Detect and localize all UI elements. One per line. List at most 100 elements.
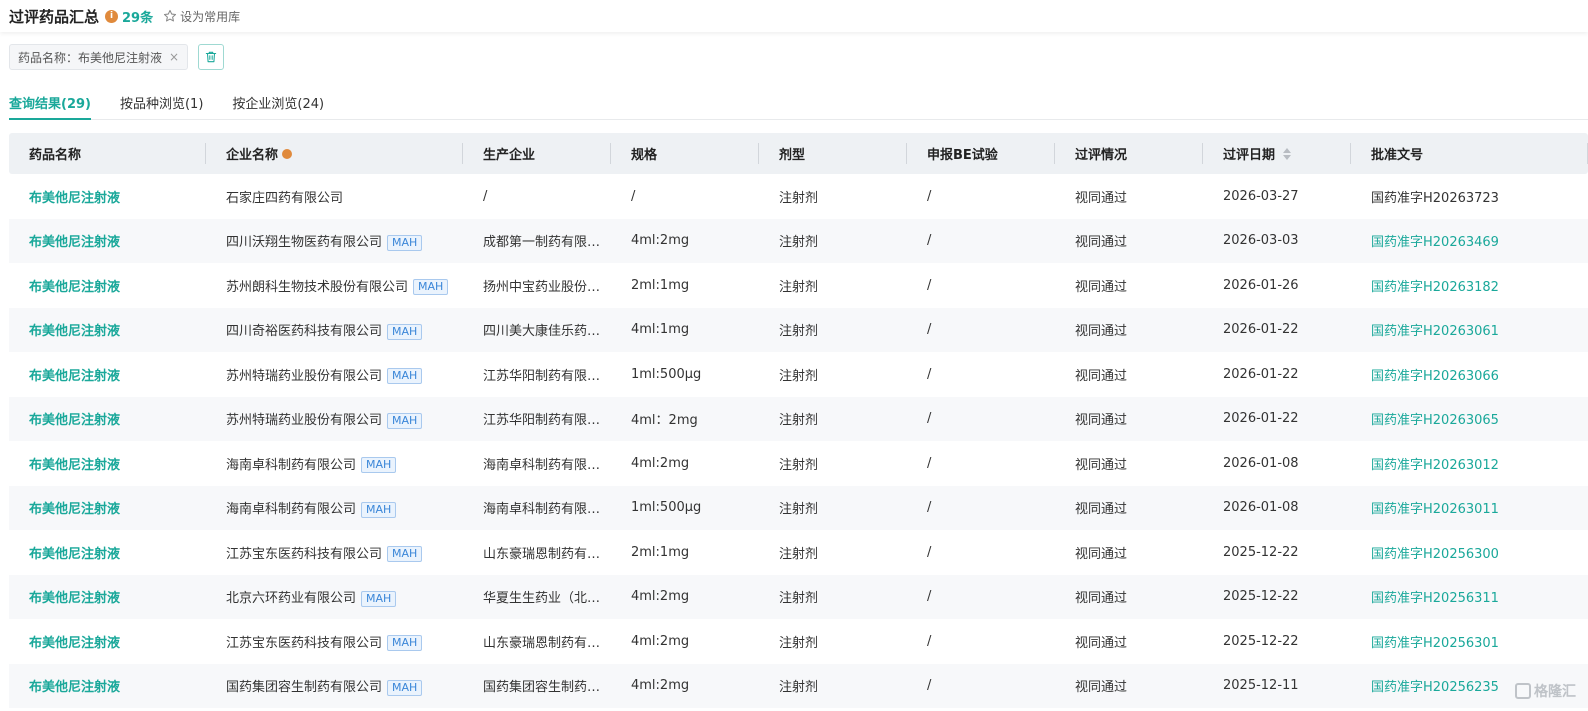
- info-icon[interactable]: i: [105, 9, 119, 23]
- drug-name-link[interactable]: 布美他尼注射液: [9, 543, 206, 562]
- mah-badge: MAH: [387, 234, 423, 251]
- table-row[interactable]: 布美他尼注射液 江苏宝东医药科技有限公司 MAH 山东豪瑞恩制药有… 2ml:1mg 注射…: [9, 530, 1588, 575]
- dosage-form-text: 注射剂: [779, 413, 819, 429]
- dosage-form: 注射剂: [759, 320, 907, 339]
- review-date: 2025-12-22: [1203, 545, 1351, 560]
- column-header-status[interactable]: 过评情况: [1055, 133, 1203, 174]
- approval-number[interactable]: 国药准字H20263061: [1351, 320, 1588, 339]
- dosage-form-text: 注射剂: [779, 680, 819, 696]
- table-row[interactable]: 布美他尼注射液 苏州特瑞药业股份有限公司 MAH 江苏华阳制药有限… 1ml:500μg…: [9, 352, 1588, 397]
- be-trial-value: /: [907, 367, 1055, 382]
- drug-name-link[interactable]: 布美他尼注射液: [9, 276, 206, 295]
- spec-value: 4ml：2mg: [611, 409, 759, 428]
- approval-number-text: 国药准字H20263061: [1371, 324, 1499, 340]
- spec-value: 2ml:1mg: [611, 278, 759, 293]
- be-trial-value-text: /: [927, 233, 932, 249]
- drug-name-link-text: 布美他尼注射液: [29, 635, 121, 651]
- table-row[interactable]: 布美他尼注射液 四川沃翔生物医药有限公司 MAH 成都第一制药有限… 4ml:2mg 注射…: [9, 218, 1588, 263]
- approval-number[interactable]: 国药准字H20263066: [1351, 365, 1588, 384]
- review-status: 视同通过: [1055, 320, 1203, 339]
- mah-badge: MAH: [361, 457, 397, 473]
- column-header-date[interactable]: 过评日期: [1203, 133, 1351, 174]
- table-row[interactable]: 布美他尼注射液 北京六环药业有限公司 MAH 华夏生生药业（北… 4ml:2mg 注射剂 /…: [9, 574, 1588, 619]
- clear-filters-button[interactable]: [198, 44, 225, 70]
- producer-name-text: 山东豪瑞恩制药有…: [483, 635, 601, 651]
- spec-value-text: 4ml:2mg: [631, 678, 690, 694]
- review-date: 2025-12-11: [1203, 678, 1351, 693]
- dosage-form: 注射剂: [759, 632, 907, 651]
- drug-name-link[interactable]: 布美他尼注射液: [9, 365, 206, 384]
- column-header-company[interactable]: 企业名称: [206, 133, 463, 174]
- table-row[interactable]: 布美他尼注射液 江苏宝东医药科技有限公司 MAH 山东豪瑞恩制药有… 4ml:2mg 注射…: [9, 619, 1588, 664]
- column-header-approval[interactable]: 批准文号: [1351, 133, 1588, 174]
- drug-name-link[interactable]: 布美他尼注射液: [9, 454, 206, 473]
- approval-number-text: 国药准字H20263065: [1371, 413, 1499, 429]
- column-header-form[interactable]: 剂型: [759, 133, 907, 174]
- company-name: 苏州朗科生物技术股份有限公司 MAH: [206, 276, 463, 295]
- dosage-form: 注射剂: [759, 187, 907, 206]
- set-favorite-button[interactable]: 设为常用库: [163, 8, 240, 25]
- tab-by-variety[interactable]: 按品种浏览(1): [120, 88, 203, 119]
- spec-value: /: [611, 189, 759, 204]
- approval-number[interactable]: 国药准字H20263012: [1351, 454, 1588, 473]
- filter-tag-drug-name[interactable]: 药品名称：布美他尼注射液 ×: [9, 44, 189, 70]
- review-status: 视同通过: [1055, 632, 1203, 651]
- table-row[interactable]: 布美他尼注射液 石家庄四药有限公司 / / 注射剂 / 视同通过 2026-03-27 国药准字…: [9, 174, 1588, 219]
- drug-name-link[interactable]: 布美他尼注射液: [9, 231, 206, 250]
- review-date-text: 2026-01-08: [1223, 500, 1299, 516]
- company-name-text: 四川沃翔生物医药有限公司: [226, 235, 383, 250]
- review-status: 视同通过: [1055, 454, 1203, 473]
- dosage-form: 注射剂: [759, 676, 907, 695]
- dosage-form: 注射剂: [759, 365, 907, 384]
- approval-number[interactable]: 国药准字H20263011: [1351, 498, 1588, 517]
- approval-number[interactable]: 国药准字H20263065: [1351, 409, 1588, 428]
- spec-value-text: 2ml:1mg: [631, 277, 690, 293]
- table-row[interactable]: 布美他尼注射液 海南卓科制药有限公司 MAH 海南卓科制药有限… 4ml:2mg 注射剂 /…: [9, 441, 1588, 486]
- review-status-text: 视同通过: [1075, 457, 1128, 473]
- tab-query-results[interactable]: 查询结果(29): [9, 88, 91, 120]
- drug-name-link[interactable]: 布美他尼注射液: [9, 498, 206, 517]
- drug-name-link[interactable]: 布美他尼注射液: [9, 632, 206, 651]
- table-header: 药品名称 企业名称 生产企业 规格 剂型 申报BE试验 过评情况 过评日期 批准…: [9, 133, 1588, 174]
- table-row[interactable]: 布美他尼注射液 苏州朗科生物技术股份有限公司 MAH 扬州中宝药业股份… 2ml:1mg…: [9, 263, 1588, 308]
- close-icon[interactable]: ×: [169, 50, 179, 64]
- column-header-drug-name[interactable]: 药品名称: [9, 133, 206, 174]
- drug-name-link[interactable]: 布美他尼注射液: [9, 409, 206, 428]
- review-status-text: 视同通过: [1075, 591, 1128, 607]
- sort-icon[interactable]: [1283, 147, 1292, 160]
- result-count: 29条: [122, 10, 154, 26]
- approval-number[interactable]: 国药准字H20256301: [1351, 632, 1588, 651]
- company-name-text: 海南卓科制药有限公司: [226, 502, 357, 517]
- info-icon[interactable]: [282, 148, 293, 159]
- column-header-spec[interactable]: 规格: [611, 133, 759, 174]
- spec-value: 4ml:2mg: [611, 233, 759, 248]
- mah-badge: MAH: [387, 546, 423, 562]
- table-row[interactable]: 布美他尼注射液 海南卓科制药有限公司 MAH 海南卓科制药有限… 1ml:500μg 注射…: [9, 485, 1588, 530]
- column-header-be-trial[interactable]: 申报BE试验: [907, 133, 1055, 174]
- drug-name-link-text: 布美他尼注射液: [29, 279, 121, 295]
- drug-name-link[interactable]: 布美他尼注射液: [9, 676, 206, 695]
- review-date-text: 2026-01-22: [1223, 366, 1299, 382]
- drug-name-link[interactable]: 布美他尼注射液: [9, 187, 206, 206]
- review-date: 2026-01-22: [1203, 411, 1351, 426]
- approval-number[interactable]: 国药准字H20256300: [1351, 543, 1588, 562]
- tab-by-company[interactable]: 按企业浏览(24): [232, 88, 324, 119]
- table-row[interactable]: 布美他尼注射液 四川奇裕医药科技有限公司 MAH 四川美大康佳乐药… 4ml:1mg 注射…: [9, 307, 1588, 352]
- approval-number[interactable]: 国药准字H20256311: [1351, 587, 1588, 606]
- producer-name: 江苏华阳制药有限…: [463, 365, 611, 384]
- producer-name-text: 海南卓科制药有限…: [483, 502, 601, 518]
- approval-number[interactable]: 国药准字H20263182: [1351, 276, 1588, 295]
- mah-badge: MAH: [387, 323, 423, 340]
- review-status-text: 视同通过: [1075, 324, 1128, 340]
- table-row[interactable]: 布美他尼注射液 国药集团容生制药有限公司 MAH 国药集团容生制药… 4ml:2mg 注射…: [9, 663, 1588, 708]
- column-header-producer[interactable]: 生产企业: [463, 133, 611, 174]
- spec-value: 4ml:2mg: [611, 678, 759, 693]
- review-status-text: 视同通过: [1075, 546, 1128, 562]
- producer-name-text: 成都第一制药有限…: [483, 235, 601, 251]
- drug-name-link[interactable]: 布美他尼注射液: [9, 320, 206, 339]
- approval-number-text: 国药准字H20263723: [1371, 190, 1499, 206]
- table-row[interactable]: 布美他尼注射液 苏州特瑞药业股份有限公司 MAH 江苏华阳制药有限… 4ml：2mg 注射…: [9, 396, 1588, 441]
- dosage-form-text: 注射剂: [779, 502, 819, 518]
- drug-name-link[interactable]: 布美他尼注射液: [9, 587, 206, 606]
- approval-number[interactable]: 国药准字H20263469: [1351, 231, 1588, 250]
